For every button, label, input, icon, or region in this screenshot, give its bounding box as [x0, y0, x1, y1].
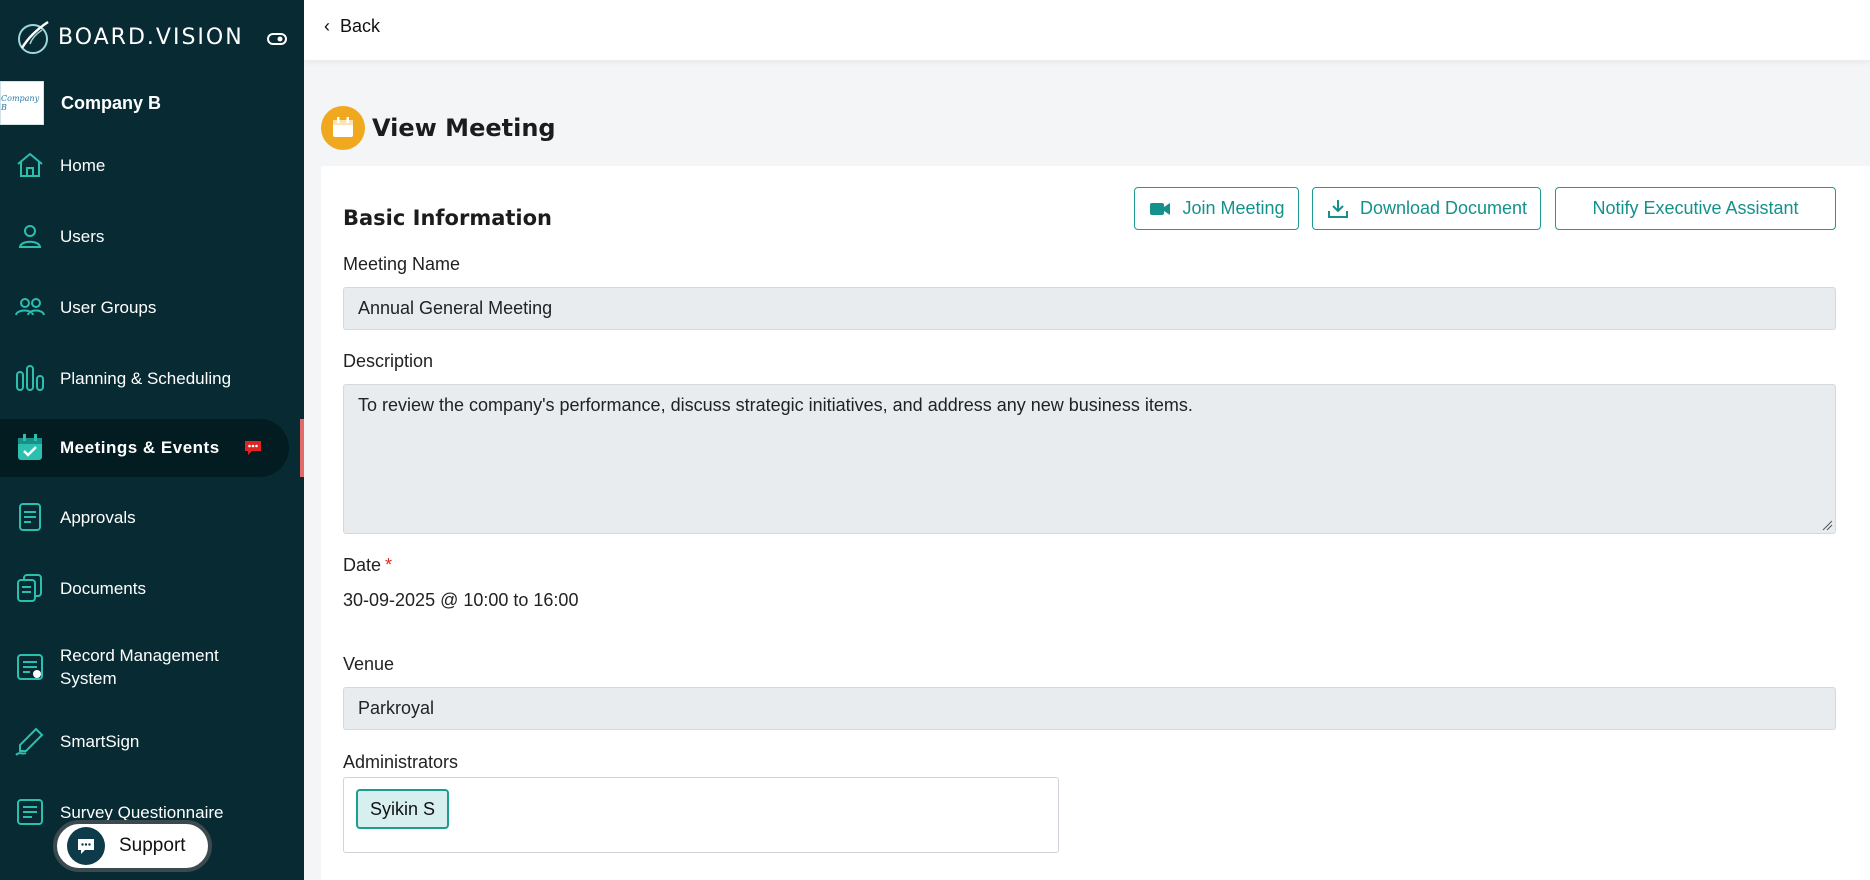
sidebar: BOARD.VISION Company B Company B Home Us…: [0, 0, 304, 880]
user-group-icon: [15, 298, 45, 316]
record-icon: [17, 654, 43, 680]
active-indicator: [300, 419, 304, 477]
notify-label: Notify Executive Assistant: [1592, 198, 1799, 218]
meeting-name-field[interactable]: Annual General Meeting: [343, 287, 1836, 330]
top-bar: ‹ Back: [304, 0, 1870, 60]
board-vision-logo-icon: [18, 20, 49, 54]
notify-executive-assistant-button[interactable]: Notify Executive Assistant: [1555, 187, 1836, 230]
administrators-label: Administrators: [343, 752, 459, 772]
sidebar-item-label: Planning & Scheduling: [60, 368, 232, 388]
page-header: View Meeting: [321, 106, 556, 150]
sidebar-item-label: User Groups: [60, 297, 157, 317]
chevron-left-icon: ‹: [324, 16, 330, 36]
sidebar-item-record-management[interactable]: Record Management System: [0, 644, 290, 690]
chat-bubble-icon: [67, 827, 105, 865]
sidebar-item-label: Home: [60, 155, 106, 175]
approval-doc-icon: [19, 503, 41, 531]
required-asterisk: *: [385, 555, 393, 575]
sidebar-item-label: Approvals: [60, 507, 136, 527]
sidebar-item-smartsign[interactable]: SmartSign: [0, 725, 290, 757]
back-link[interactable]: ‹ Back: [324, 16, 380, 37]
sidebar-item-label: SmartSign: [60, 731, 140, 751]
sidebar-item-planning[interactable]: Planning & Scheduling: [0, 362, 290, 394]
calendar-check-icon: [18, 434, 42, 460]
section-title: Basic Information: [343, 206, 552, 230]
sidebar-item-label: Documents: [60, 578, 146, 598]
meeting-name-label: Meeting Name: [343, 254, 461, 274]
back-label: Back: [340, 16, 381, 36]
bar-chart-icon: [16, 365, 44, 391]
user-icon: [18, 225, 42, 248]
download-icon: [1327, 199, 1348, 218]
description-field[interactable]: To review the company's performance, dis…: [343, 384, 1836, 534]
basic-information-card: Basic Information Join Meeting Download …: [321, 166, 1870, 880]
company-logo: Company B: [0, 81, 44, 125]
company-name: Company B: [61, 92, 162, 113]
join-meeting-button[interactable]: Join Meeting: [1134, 187, 1299, 230]
survey-icon: [17, 799, 43, 825]
sidebar-item-approvals[interactable]: Approvals: [0, 501, 290, 533]
support-button[interactable]: Support: [53, 820, 212, 872]
company-selector[interactable]: Company B Company B: [0, 80, 304, 126]
description-label: Description: [343, 351, 434, 371]
join-meeting-label: Join Meeting: [1182, 198, 1285, 218]
sidebar-item-label: Record Management System: [60, 646, 219, 688]
administrator-chip[interactable]: Syikin S: [356, 789, 450, 829]
brand-logo[interactable]: BOARD.VISION: [14, 18, 244, 56]
download-document-button[interactable]: Download Document: [1312, 187, 1541, 230]
sidebar-item-documents[interactable]: Documents: [0, 572, 290, 604]
brand-name: BOARD.VISION: [58, 24, 244, 50]
sidebar-item-label: Users: [60, 226, 105, 246]
toggle-sidebar-icon[interactable]: [266, 28, 288, 50]
date-label: Date *: [343, 555, 392, 576]
date-label-text: Date: [343, 555, 382, 575]
download-document-label: Download Document: [1359, 198, 1528, 218]
sidebar-item-user-groups[interactable]: User Groups: [0, 291, 290, 323]
venue-field[interactable]: Parkroyal: [343, 687, 1836, 730]
support-label: Support: [119, 835, 186, 856]
meeting-calendar-icon: [321, 106, 365, 150]
video-camera-icon: [1150, 202, 1171, 215]
resize-handle-icon[interactable]: [1821, 519, 1833, 531]
chat-notification-icon: [245, 441, 261, 455]
sidebar-item-home[interactable]: Home: [0, 149, 290, 181]
sidebar-item-label: Meetings & Events: [60, 438, 220, 457]
administrators-field[interactable]: Syikin S: [343, 777, 1059, 853]
pen-icon: [15, 727, 44, 756]
home-icon: [17, 152, 43, 177]
documents-icon: [17, 574, 42, 602]
date-value: 30-09-2025 @ 10:00 to 16:00: [343, 590, 579, 610]
venue-label: Venue: [343, 654, 395, 674]
company-logo-text: Company B: [1, 94, 40, 112]
description-text: To review the company's performance, dis…: [358, 395, 1193, 415]
page-title: View Meeting: [372, 114, 556, 142]
sidebar-item-users[interactable]: Users: [0, 220, 290, 252]
